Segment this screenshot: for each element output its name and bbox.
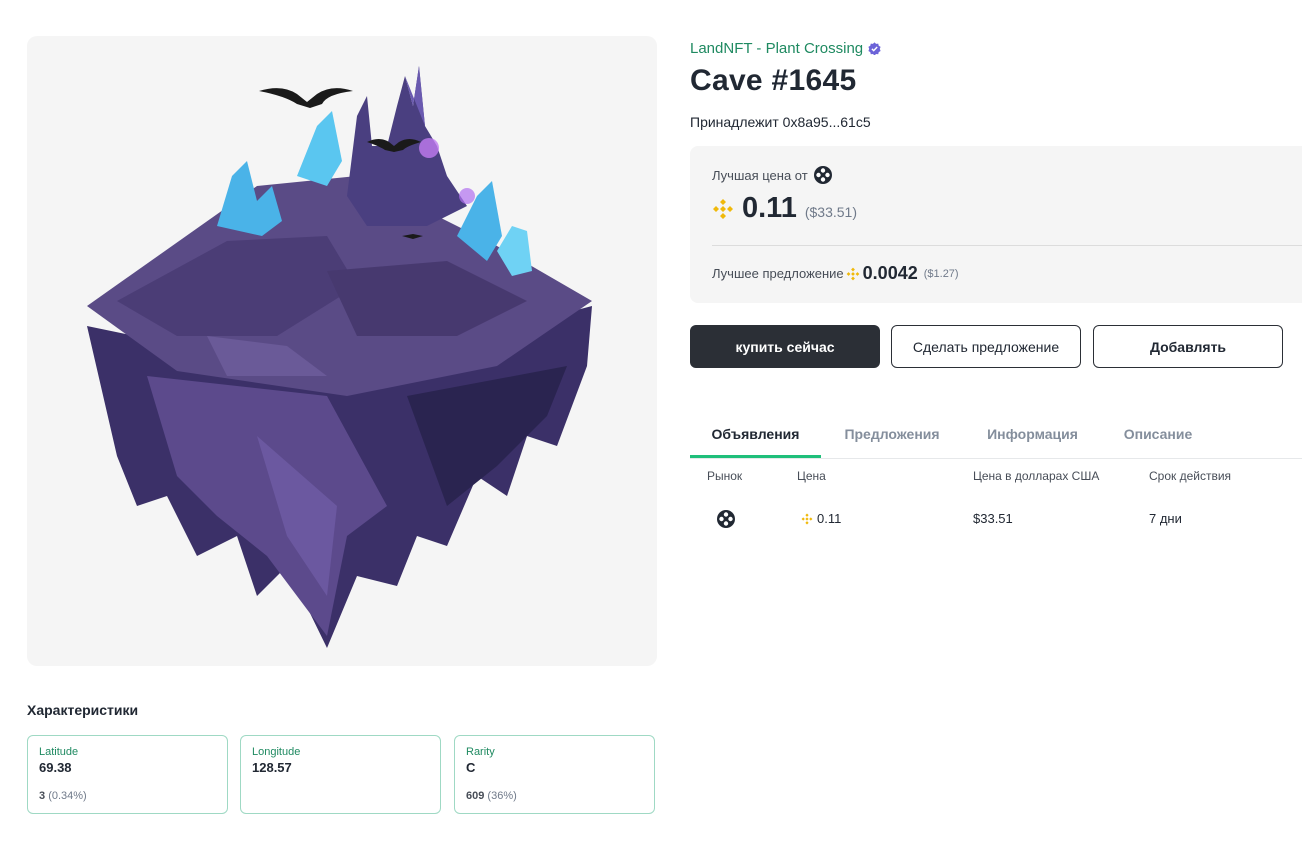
marketplace-logo-icon [717,510,735,528]
trait-type: Longitude [252,746,301,758]
tab-description[interactable]: Описание [1113,410,1203,457]
buy-now-button[interactable]: купить сейчас [690,325,880,368]
listing-price-cell: 0.11 [801,511,841,526]
trait-card-longitude[interactable]: Longitude 128.57 [240,735,441,814]
price-box: Лучшая цена от 0.11 ($33.51) Лучшее пред… [690,146,1302,303]
best-offer: Лучшее предложение 0.0042 ($1.27) [712,263,959,284]
price-usd: ($33.51) [804,204,857,220]
trait-type: Rarity [466,746,495,758]
trait-type: Latitude [39,746,79,758]
trait-value: 128.57 [252,760,292,775]
trait-value: 69.38 [39,760,72,775]
price-value: 0.11 [742,192,797,224]
divider [712,245,1302,246]
tab-bar: Объявления Предложения Информация Описан… [690,410,1302,459]
owner-label: Принадлежит [690,114,779,130]
trait-card-rarity[interactable]: Rarity C 609 (36%) [454,735,655,814]
owner-line: Принадлежит 0x8a95...61c5 [690,114,871,130]
nft-image[interactable] [27,36,657,666]
trait-count: 609 (36%) [466,790,517,802]
listing-usd-cell: $33.51 [973,511,1013,526]
offer-usd: ($1.27) [923,267,959,280]
tab-details[interactable]: Информация [975,410,1090,457]
tab-listings[interactable]: Объявления [690,410,821,458]
best-price-label: Лучшая цена от [712,166,832,184]
bnb-icon [801,513,813,524]
listing-expiry-cell: 7 дни [1149,511,1182,526]
column-header-price: Цена [797,469,826,483]
best-offer-label: Лучшее предложение [712,266,844,281]
traits-title: Характеристики [27,702,139,718]
trait-card-latitude[interactable]: Latitude 69.38 3 (0.34%) [27,735,228,814]
column-header-market: Рынок [707,469,743,483]
verified-badge-icon [868,42,881,55]
column-header-expiry: Срок действия [1149,469,1232,483]
listing-market-cell[interactable] [717,510,735,528]
trait-count: 3 (0.34%) [39,790,87,802]
bnb-icon [846,267,860,280]
bnb-icon [713,198,733,219]
best-price: 0.11 ($33.51) [712,192,857,225]
trait-value: C [466,760,476,775]
make-offer-button[interactable]: Сделать предложение [891,325,1081,368]
page-title: Cave #1645 [690,64,857,97]
tab-offers[interactable]: Предложения [832,410,952,457]
collection-link[interactable]: LandNFT - Plant Crossing [690,40,881,57]
add-to-cart-button[interactable]: Добавлять [1093,325,1283,368]
marketplace-logo-icon [813,166,832,184]
offer-value: 0.0042 [862,263,918,283]
collection-name: LandNFT - Plant Crossing [690,40,864,57]
owner-address[interactable]: 0x8a95...61c5 [783,114,871,130]
column-header-usd-price: Цена в долларах США [973,469,1100,483]
floating-island-illustration [87,66,592,648]
